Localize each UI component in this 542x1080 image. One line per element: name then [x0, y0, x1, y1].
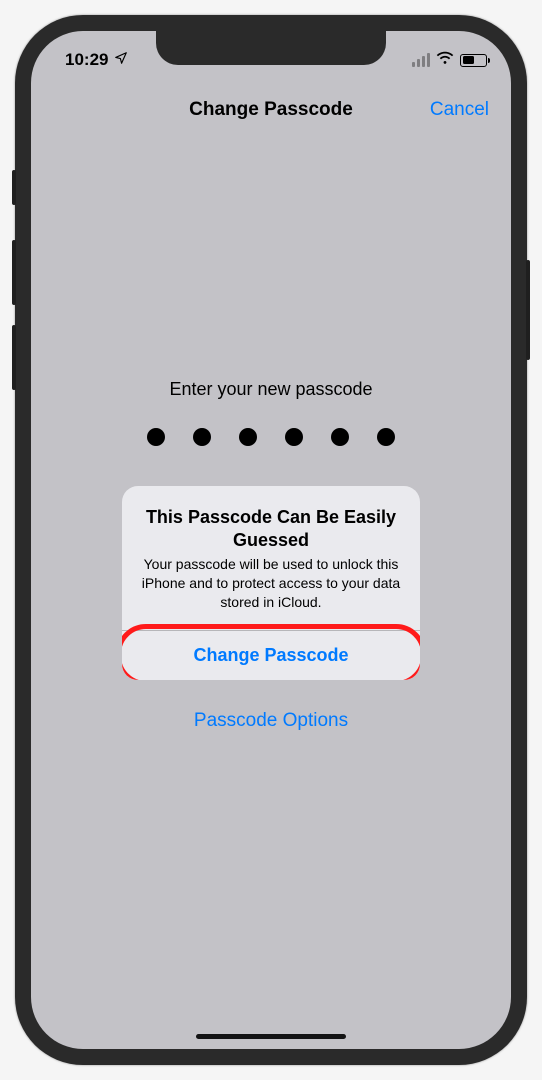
- alert-dialog: This Passcode Can Be Easily Guessed Your…: [122, 486, 420, 680]
- battery-icon: [460, 54, 487, 67]
- passcode-dots: [31, 428, 511, 446]
- passcode-dot: [331, 428, 349, 446]
- nav-bar: Change Passcode Cancel: [31, 81, 511, 139]
- phone-volume-down: [12, 325, 16, 390]
- phone-frame: 10:29: [15, 15, 527, 1065]
- content: Enter your new passcode This Passcode Ca…: [31, 139, 511, 1049]
- passcode-prompt: Enter your new passcode: [31, 379, 511, 400]
- phone-volume-up: [12, 240, 16, 305]
- passcode-options-link[interactable]: Passcode Options: [31, 710, 511, 732]
- change-passcode-button[interactable]: Change Passcode: [122, 630, 420, 680]
- screen: 10:29: [31, 31, 511, 1049]
- phone-power-button: [526, 260, 530, 360]
- passcode-dot: [193, 428, 211, 446]
- alert-message: Your passcode will be used to unlock thi…: [140, 555, 402, 612]
- signal-bars-icon: [412, 53, 430, 67]
- cancel-button[interactable]: Cancel: [430, 99, 489, 121]
- wifi-icon: [436, 51, 454, 70]
- notch: [156, 31, 386, 65]
- phone-mute-switch: [12, 170, 16, 205]
- status-time: 10:29: [65, 50, 108, 70]
- home-indicator[interactable]: [196, 1034, 346, 1039]
- passcode-dot: [239, 428, 257, 446]
- passcode-dot: [285, 428, 303, 446]
- passcode-dot: [377, 428, 395, 446]
- location-arrow-icon: [114, 50, 128, 70]
- alert-title: This Passcode Can Be Easily Guessed: [140, 506, 402, 551]
- passcode-dot: [147, 428, 165, 446]
- page-title: Change Passcode: [189, 99, 353, 121]
